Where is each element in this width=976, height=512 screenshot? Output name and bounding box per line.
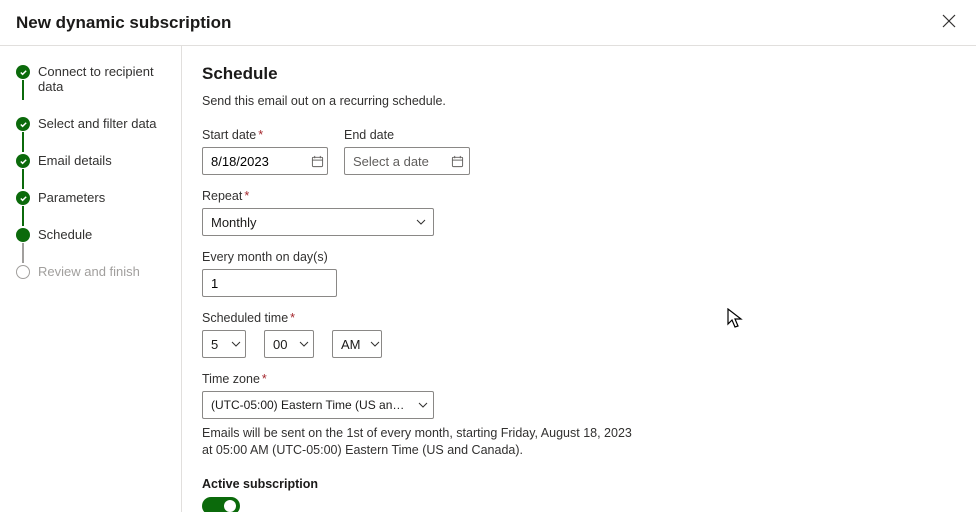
minute-value: 00	[265, 337, 295, 352]
start-date-input[interactable]	[202, 147, 328, 175]
timezone-value: (UTC-05:00) Eastern Time (US and Canada)	[203, 398, 413, 412]
chevron-down-icon	[226, 339, 245, 349]
close-button[interactable]	[938, 10, 960, 35]
hour-value: 5	[203, 337, 226, 352]
timezone-label: Time zone*	[202, 372, 952, 386]
chevron-down-icon	[409, 217, 433, 227]
hour-select[interactable]: 5	[202, 330, 246, 358]
dialog-title: New dynamic subscription	[16, 13, 231, 33]
repeat-select[interactable]: Monthly	[202, 208, 434, 236]
schedule-summary-text: Emails will be sent on the 1st of every …	[202, 425, 642, 459]
step-label: Schedule	[38, 227, 92, 242]
step-upcoming-icon	[16, 265, 30, 279]
step-completed-icon	[16, 154, 30, 168]
step-label: Select and filter data	[38, 116, 157, 131]
step-label: Review and finish	[38, 264, 140, 279]
scheduled-time-label: Scheduled time*	[202, 311, 952, 325]
calendar-icon[interactable]	[307, 155, 327, 168]
every-month-day-field[interactable]	[203, 276, 336, 291]
section-title: Schedule	[202, 64, 952, 84]
repeat-value: Monthly	[203, 215, 265, 230]
step-review-finish[interactable]: Review and finish	[16, 264, 173, 301]
section-description: Send this email out on a recurring sched…	[202, 94, 952, 108]
step-completed-icon	[16, 65, 30, 79]
chevron-down-icon	[295, 339, 313, 349]
dialog-header: New dynamic subscription	[0, 0, 976, 46]
step-parameters[interactable]: Parameters	[16, 190, 173, 227]
step-label: Email details	[38, 153, 112, 168]
chevron-down-icon	[369, 339, 382, 349]
step-label: Connect to recipient data	[38, 64, 173, 94]
calendar-icon[interactable]	[445, 155, 469, 168]
timezone-select[interactable]: (UTC-05:00) Eastern Time (US and Canada)	[202, 391, 434, 419]
step-completed-icon	[16, 191, 30, 205]
every-month-day-label: Every month on day(s)	[202, 250, 952, 264]
end-date-placeholder: Select a date	[345, 154, 445, 169]
step-current-icon	[16, 228, 30, 242]
step-schedule[interactable]: Schedule	[16, 227, 173, 264]
step-email-details[interactable]: Email details	[16, 153, 173, 190]
repeat-label: Repeat*	[202, 189, 952, 203]
end-date-label: End date	[344, 128, 470, 142]
end-date-input[interactable]: Select a date	[344, 147, 470, 175]
step-list: Connect to recipient data Select and fil…	[16, 64, 173, 301]
step-label: Parameters	[38, 190, 105, 205]
chevron-down-icon	[413, 400, 433, 410]
start-date-field[interactable]	[203, 154, 307, 169]
active-subscription-label: Active subscription	[202, 477, 952, 491]
step-connect-recipient-data[interactable]: Connect to recipient data	[16, 64, 173, 116]
schedule-panel: Schedule Send this email out on a recurr…	[182, 46, 976, 512]
step-completed-icon	[16, 117, 30, 131]
ampm-value: AM	[333, 337, 369, 352]
ampm-select[interactable]: AM	[332, 330, 382, 358]
step-select-filter-data[interactable]: Select and filter data	[16, 116, 173, 153]
minute-select[interactable]: 00	[264, 330, 314, 358]
wizard-steps-sidebar: Connect to recipient data Select and fil…	[0, 46, 182, 512]
close-icon	[942, 16, 956, 31]
every-month-day-input[interactable]	[202, 269, 337, 297]
start-date-label: Start date*	[202, 128, 328, 142]
